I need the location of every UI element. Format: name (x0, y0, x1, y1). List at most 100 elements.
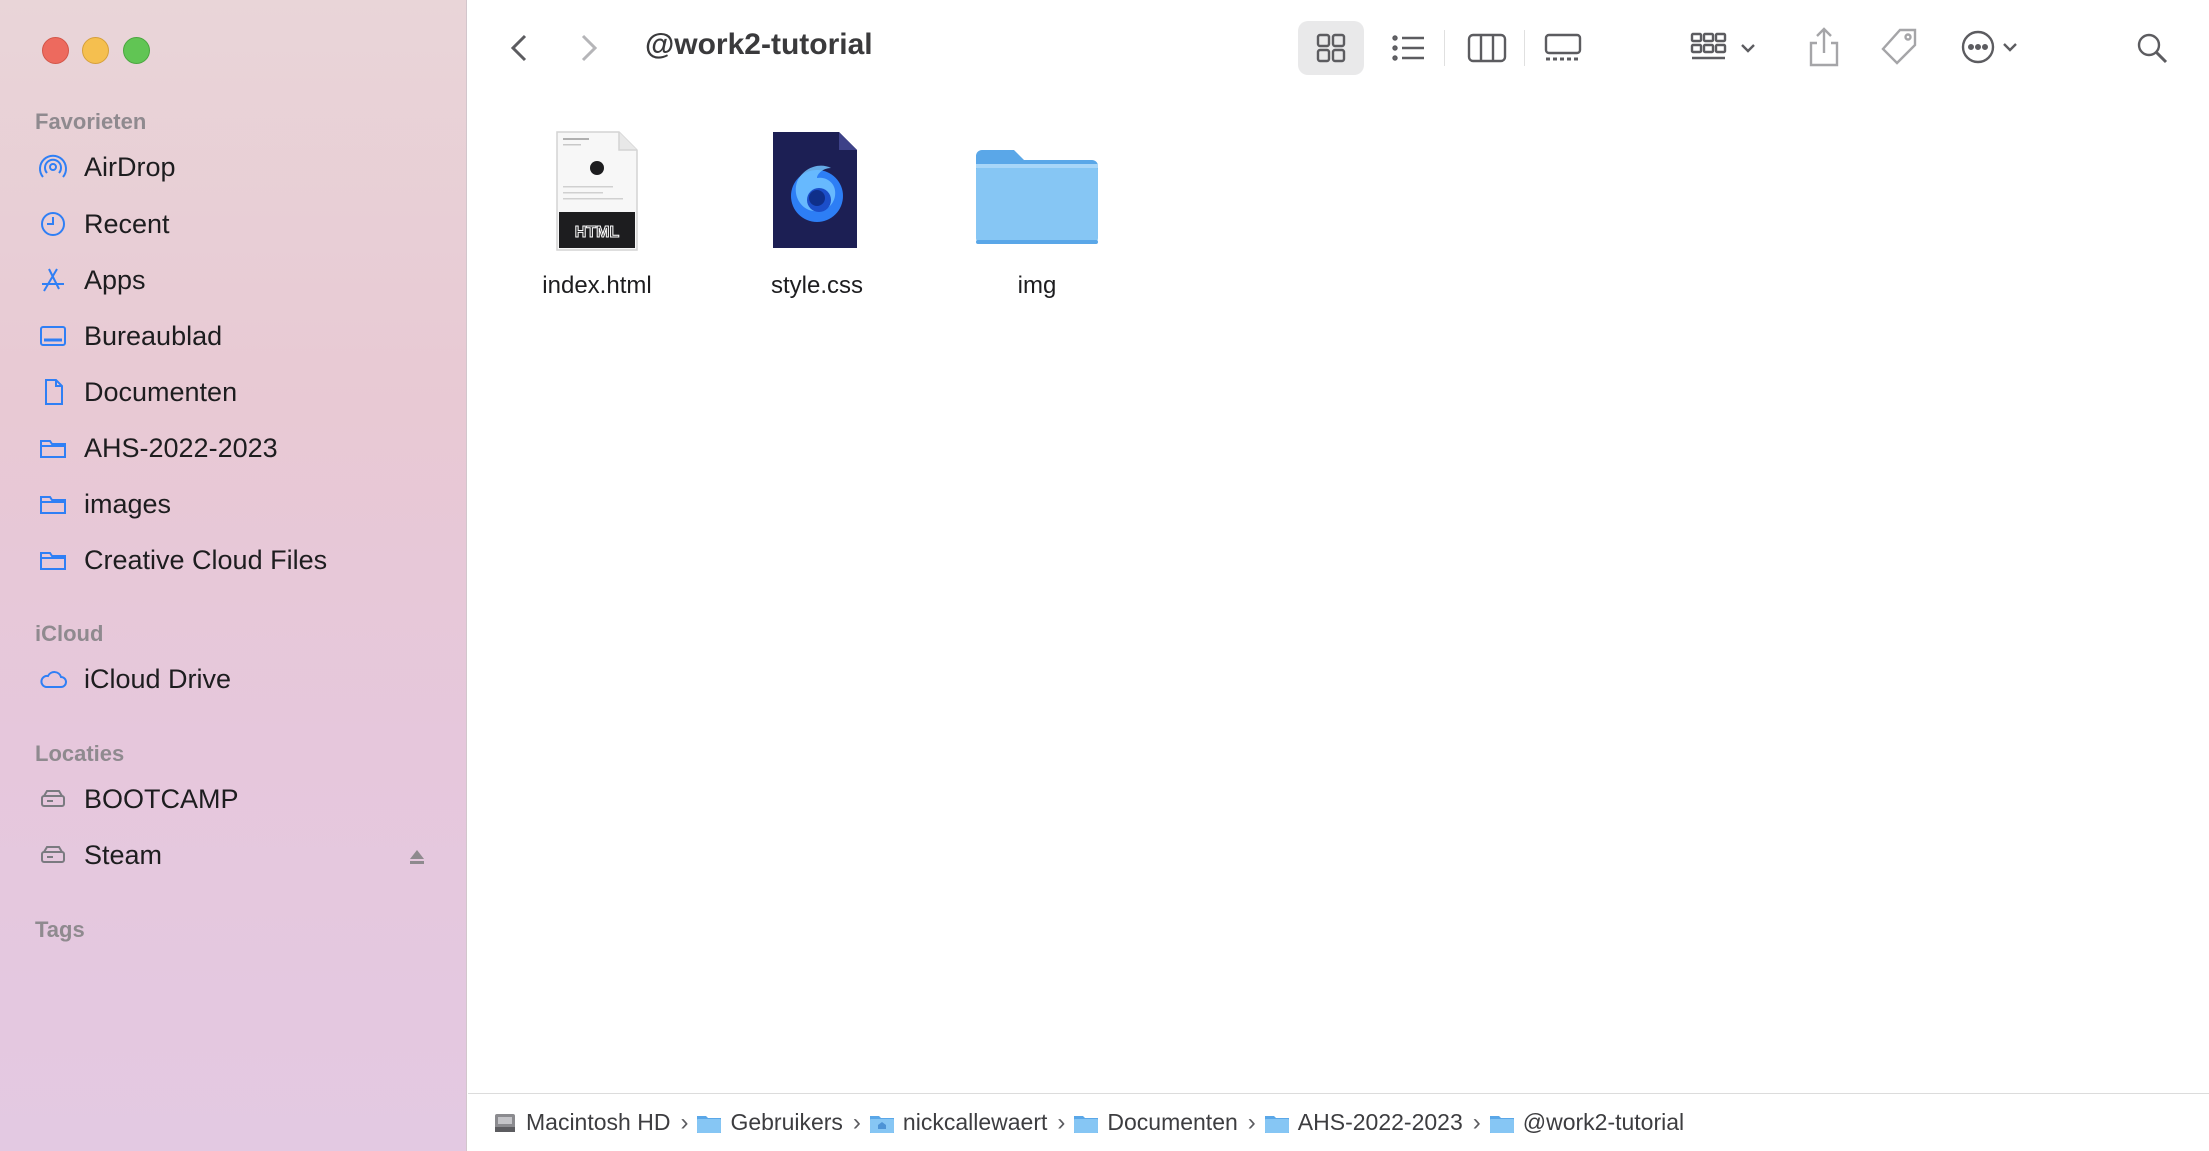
finder-window: Favorieten AirDrop Recent Apps Bureaubla… (0, 0, 2209, 1151)
clock-icon (36, 207, 70, 241)
path-label: Gebruikers (730, 1109, 843, 1135)
columns-icon (1467, 33, 1507, 63)
forward-button[interactable] (574, 28, 604, 68)
sidebar-item-label: Documenten (84, 376, 238, 407)
toolbar-divider (1444, 30, 1445, 66)
path-item-nickcallewaert[interactable]: nickcallewaert › (869, 1109, 1065, 1137)
chevron-right-icon: › (1247, 1108, 1256, 1136)
sidebar-item-recent[interactable]: Recent (36, 202, 436, 246)
chevron-left-icon (510, 34, 527, 62)
sidebar-item-label: images (84, 488, 172, 519)
window-title: @work2-tutorial (645, 28, 873, 61)
tags-button[interactable] (1876, 24, 1922, 70)
sidebar-item-label: Steam (84, 839, 163, 870)
list-icon (1392, 35, 1424, 61)
more-icon (1961, 30, 2017, 64)
folder-icon (1489, 1115, 1514, 1133)
sidebar-item-label: Recent (84, 208, 170, 239)
css-file-icon (773, 132, 857, 248)
group-by-button[interactable] (1690, 28, 1760, 68)
folder-icon (36, 543, 70, 577)
chevron-right-icon: › (852, 1108, 861, 1136)
path-item-documenten[interactable]: Documenten › (1073, 1108, 1256, 1137)
sidebar: Favorieten AirDrop Recent Apps Bureaubla… (0, 0, 467, 1151)
toolbar-divider (1524, 30, 1525, 66)
harddisk-icon (495, 1113, 515, 1132)
more-actions-button[interactable] (1958, 24, 2038, 70)
sidebar-item-creative-cloud-files[interactable]: Creative Cloud Files (36, 538, 436, 582)
chevron-right-icon: › (1057, 1108, 1066, 1136)
sidebar-item-documenten[interactable]: Documenten (36, 370, 436, 414)
sidebar-item-label: BOOTCAMP (84, 783, 239, 814)
path-bar: Macintosh HD › Gebruikers › nickcallewae… (468, 1093, 2209, 1151)
sidebar-item-label: Apps (84, 264, 146, 295)
cloud-icon (36, 662, 70, 696)
toolbar: @work2-tutorial (468, 0, 2209, 96)
sidebar-item-ahs-2022-2023[interactable]: AHS-2022-2023 (36, 426, 436, 470)
share-button[interactable] (1804, 24, 1844, 70)
column-view-button[interactable] (1464, 28, 1510, 68)
maximize-window-button[interactable] (123, 37, 150, 64)
file-label: style.css (770, 272, 863, 299)
close-window-button[interactable] (42, 37, 69, 64)
folder-icon (1264, 1115, 1289, 1133)
path-label: AHS-2022-2023 (1297, 1109, 1463, 1135)
html-badge: HTML (575, 224, 620, 241)
minimize-window-button[interactable] (82, 37, 109, 64)
main-content: @work2-tutorial HTML index.html style.cs… (468, 0, 2209, 1151)
drive-icon (36, 838, 70, 872)
sidebar-item-label: Bureaublad (84, 320, 223, 351)
sidebar-item-bootcamp[interactable]: BOOTCAMP (36, 777, 436, 821)
sidebar-item-bureaublad[interactable]: Bureaublad (36, 314, 436, 358)
search-button[interactable] (2132, 28, 2172, 68)
sidebar-item-label: AHS-2022-2023 (84, 432, 278, 463)
share-icon (1809, 27, 1839, 67)
eject-icon[interactable] (407, 847, 427, 867)
search-icon (2137, 33, 2168, 64)
back-button[interactable] (504, 28, 534, 68)
sidebar-section-favorites: Favorieten (35, 109, 147, 134)
path-item-gebruikers[interactable]: Gebruikers › (696, 1108, 861, 1137)
sidebar-item-images[interactable]: images (36, 482, 436, 526)
folder-icon (36, 487, 70, 521)
path-label: @work2-tutorial (1522, 1109, 1685, 1135)
drive-icon (36, 782, 70, 816)
sidebar-item-label: AirDrop (84, 151, 176, 182)
folder-icon (697, 1115, 722, 1133)
sidebar-item-apps[interactable]: Apps (36, 258, 436, 302)
gallery-view-button[interactable] (1540, 28, 1586, 68)
path-label: Macintosh HD (526, 1109, 671, 1135)
html-file-icon: HTML (556, 131, 638, 251)
file-label: img (1017, 272, 1057, 299)
desktop-icon (36, 319, 70, 353)
sidebar-item-icloud-drive[interactable]: iCloud Drive (36, 657, 436, 701)
group-icon (1690, 32, 1755, 60)
tag-icon (1881, 28, 1917, 65)
icon-view-button[interactable] (1308, 28, 1354, 68)
gallery-icon (1544, 33, 1582, 61)
sidebar-item-label: iCloud Drive (84, 663, 232, 694)
file-label: index.html (542, 272, 652, 299)
folder-icon (36, 431, 70, 465)
document-icon (36, 375, 70, 409)
path-item-work2-tutorial[interactable]: @work2-tutorial (1489, 1109, 1684, 1136)
sidebar-section-locaties: Locaties (35, 741, 125, 766)
sidebar-item-airdrop[interactable]: AirDrop (36, 145, 436, 189)
sidebar-item-steam[interactable]: Steam (36, 833, 436, 877)
chevron-right-icon: › (680, 1108, 689, 1136)
path-item-ahs-2022-2023[interactable]: AHS-2022-2023 › (1264, 1109, 1481, 1137)
sidebar-section-icloud: iCloud (35, 621, 104, 646)
sidebar-item-label: Creative Cloud Files (84, 544, 328, 575)
sidebar-section-tags: Tags (35, 917, 85, 942)
path-label: nickcallewaert (902, 1109, 1048, 1135)
path-item-macintosh-hd[interactable]: Macintosh HD › (492, 1109, 688, 1137)
airdrop-icon (36, 150, 70, 184)
chevron-right-icon (581, 34, 598, 62)
folder-icon (1074, 1115, 1099, 1133)
grid-icon (1316, 33, 1346, 63)
home-folder-icon (869, 1115, 894, 1133)
apps-icon (36, 263, 70, 297)
chevron-right-icon: › (1472, 1108, 1481, 1136)
list-view-button[interactable] (1386, 28, 1432, 68)
folder-icon (976, 150, 1098, 244)
